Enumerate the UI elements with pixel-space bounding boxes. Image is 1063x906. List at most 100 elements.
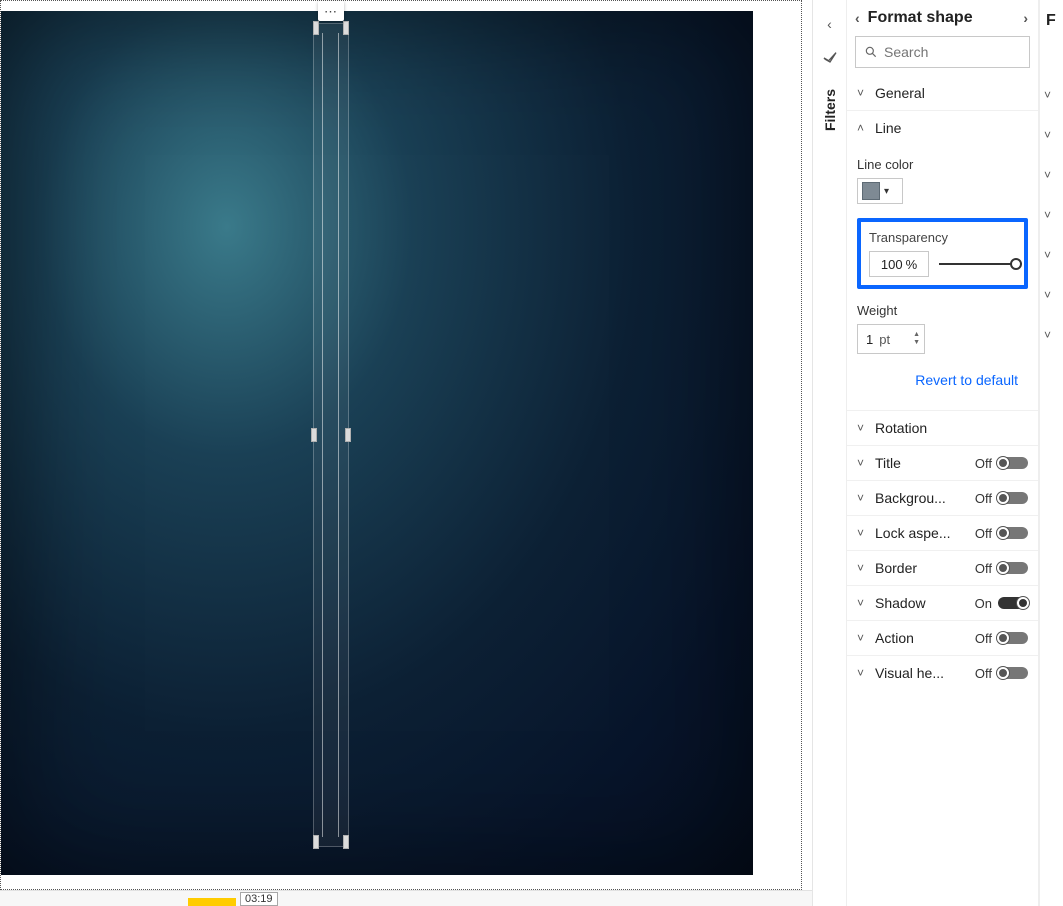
- search-icon: [864, 45, 878, 59]
- format-shape-panel: ‹ Format shape › ˅ General ˄ Line Line col…: [847, 0, 1039, 906]
- resize-handle[interactable]: [345, 428, 351, 442]
- report-canvas[interactable]: ⋯ 03:19: [0, 0, 813, 906]
- chevron-down-icon[interactable]: ˅: [1044, 288, 1051, 302]
- title-toggle[interactable]: Off: [975, 456, 1028, 471]
- section-label: Lock aspe...: [875, 525, 951, 541]
- section-general[interactable]: ˅ General: [847, 76, 1038, 110]
- action-toggle[interactable]: Off: [975, 631, 1028, 646]
- section-rotation[interactable]: ˅ Rotation: [847, 410, 1038, 445]
- resize-handle[interactable]: [313, 835, 319, 849]
- chevron-down-icon[interactable]: ˅: [1044, 328, 1051, 342]
- toggle-state-text: On: [975, 596, 992, 611]
- background-toggle[interactable]: Off: [975, 491, 1028, 506]
- resize-handle[interactable]: [343, 835, 349, 849]
- panel-nav-next-icon[interactable]: ›: [1019, 8, 1032, 28]
- page-background: [1, 11, 753, 875]
- section-label: General: [875, 85, 925, 101]
- selected-line-shape[interactable]: ⋯: [313, 23, 349, 847]
- chevron-down-icon[interactable]: ˅: [1044, 88, 1051, 102]
- section-label: Visual he...: [875, 665, 944, 681]
- filters-collapse-chevron-icon[interactable]: ‹: [827, 16, 832, 32]
- timeline-time-box[interactable]: 03:19: [240, 892, 278, 906]
- chevron-down-icon: ˅: [857, 421, 869, 435]
- section-line-content: Line color ▾ Transparency 100 %: [847, 145, 1038, 410]
- section-shadow[interactable]: ˅ Shadow On: [847, 585, 1038, 620]
- stepper-up-icon[interactable]: ▲: [913, 331, 920, 339]
- border-toggle[interactable]: Off: [975, 561, 1028, 576]
- toggle-state-text: Off: [975, 631, 992, 646]
- line-color-label: Line color: [857, 157, 1028, 172]
- chevron-down-icon[interactable]: ˅: [1044, 168, 1051, 182]
- weight-value: 1: [866, 332, 873, 347]
- section-label: Action: [875, 630, 914, 646]
- transparency-value-input[interactable]: 100 %: [869, 251, 929, 277]
- section-label: Title: [875, 455, 901, 471]
- lock-aspect-toggle[interactable]: Off: [975, 526, 1028, 541]
- slider-thumb[interactable]: [1010, 258, 1022, 270]
- chevron-down-icon: ˅: [857, 631, 869, 645]
- resize-handle[interactable]: [343, 21, 349, 35]
- selection-bounding-box: [313, 23, 349, 847]
- transparency-unit: %: [906, 257, 918, 272]
- section-label: Rotation: [875, 420, 927, 436]
- cutoff-panel-title-partial: F: [1040, 12, 1056, 30]
- toggle-state-text: Off: [975, 666, 992, 681]
- shape-line-segment: [338, 33, 339, 837]
- chevron-down-icon: ˅: [857, 491, 869, 505]
- resize-handle[interactable]: [313, 21, 319, 35]
- timeline-marker[interactable]: [188, 898, 236, 906]
- chevron-up-icon: ˄: [857, 121, 869, 135]
- line-color-picker[interactable]: ▾: [857, 178, 903, 204]
- section-border[interactable]: ˅ Border Off: [847, 550, 1038, 585]
- slider-track: [939, 263, 1016, 265]
- chevron-down-icon[interactable]: ˅: [1044, 128, 1051, 142]
- transparency-value: 100: [881, 257, 903, 272]
- filters-panel-label[interactable]: Filters: [822, 89, 838, 131]
- weight-label: Weight: [857, 303, 1028, 318]
- weight-stepper[interactable]: ▲ ▼: [913, 331, 920, 347]
- section-lock-aspect[interactable]: ˅ Lock aspe... Off: [847, 515, 1038, 550]
- section-background[interactable]: ˅Backgrou... Off: [847, 480, 1038, 515]
- stepper-down-icon[interactable]: ▼: [913, 339, 920, 347]
- section-title[interactable]: ˅ Title Off: [847, 445, 1038, 480]
- panel-nav-prev-icon[interactable]: ‹: [851, 8, 864, 28]
- chevron-down-icon: ˅: [857, 596, 869, 610]
- weight-unit: pt: [879, 332, 890, 347]
- canvas-dotted-bounds: ⋯: [0, 0, 802, 890]
- toggle-state-text: Off: [975, 491, 992, 506]
- format-search-input[interactable]: [855, 36, 1030, 68]
- chevron-down-icon: ˅: [857, 561, 869, 575]
- toggle-state-text: Off: [975, 526, 992, 541]
- visual-header-toggle[interactable]: Off: [975, 666, 1028, 681]
- chevron-down-icon: ˅: [857, 666, 869, 680]
- transparency-group-highlighted: Transparency 100 %: [857, 218, 1028, 289]
- section-visual-header[interactable]: ˅ Visual he... Off: [847, 655, 1038, 690]
- section-action[interactable]: ˅ Action Off: [847, 620, 1038, 655]
- filters-collapsed-panel[interactable]: ‹ Filters: [813, 0, 847, 906]
- page-footer-strip: 03:19: [0, 890, 812, 906]
- panel-title: Format shape: [864, 9, 1020, 27]
- color-swatch-preview: [862, 182, 880, 200]
- section-label: Line: [875, 120, 901, 136]
- section-line[interactable]: ˄ Line: [847, 110, 1038, 145]
- resize-handle[interactable]: [311, 428, 317, 442]
- dropdown-caret-icon: ▾: [884, 186, 889, 197]
- shape-line-segment: [322, 33, 323, 837]
- toggle-state-text: Off: [975, 456, 992, 471]
- transparency-label: Transparency: [869, 230, 1016, 245]
- section-label: Shadow: [875, 595, 926, 611]
- section-label: Border: [875, 560, 917, 576]
- format-search-field[interactable]: [884, 44, 1021, 60]
- chevron-down-icon: ˅: [857, 86, 869, 100]
- weight-input[interactable]: 1 pt ▲ ▼: [857, 324, 925, 354]
- chevron-down-icon: ˅: [857, 526, 869, 540]
- bookmark-icon[interactable]: [822, 50, 838, 71]
- shadow-toggle[interactable]: On: [975, 596, 1028, 611]
- transparency-slider[interactable]: [939, 256, 1016, 272]
- revert-to-default-link[interactable]: Revert to default: [857, 354, 1028, 400]
- chevron-down-icon[interactable]: ˅: [1044, 208, 1051, 222]
- chevron-down-icon[interactable]: ˅: [1044, 248, 1051, 262]
- toggle-state-text: Off: [975, 561, 992, 576]
- chevron-down-icon: ˅: [857, 456, 869, 470]
- visual-more-options-button[interactable]: ⋯: [318, 1, 344, 21]
